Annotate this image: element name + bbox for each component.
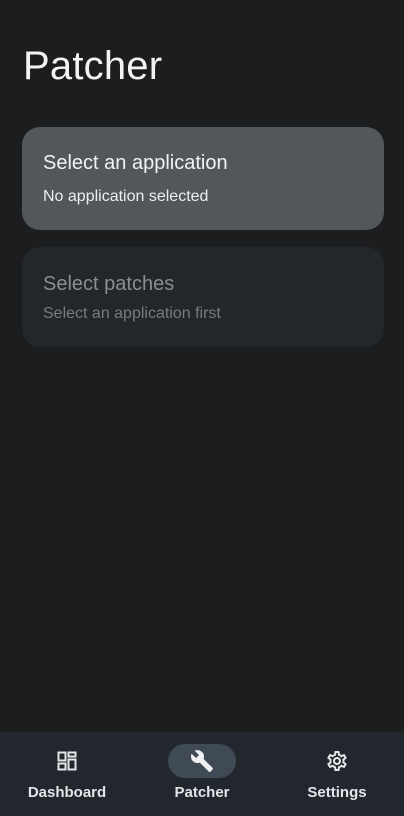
nav-item-settings-label: Settings — [307, 784, 367, 801]
dashboard-icon — [57, 751, 77, 771]
nav-item-settings[interactable]: Settings — [270, 732, 404, 816]
select-application-status: No application selected — [43, 188, 209, 205]
nav-item-dashboard[interactable]: Dashboard — [0, 732, 134, 816]
select-patches-card: Select patches Select an application fir… — [22, 247, 384, 347]
select-patches-title: Select patches — [43, 273, 175, 295]
select-application-card[interactable]: Select an application No application sel… — [22, 127, 384, 230]
nav-item-patcher-label: Patcher — [174, 784, 230, 801]
wrench-icon — [190, 750, 213, 772]
nav-item-patcher[interactable]: Patcher — [135, 732, 269, 816]
select-application-title: Select an application — [43, 152, 228, 174]
patcher-screen: Patcher Select an application No applica… — [0, 0, 404, 816]
page-title: Patcher — [23, 44, 163, 88]
nav-item-dashboard-label: Dashboard — [27, 784, 107, 801]
bottom-navigation-bar: Dashboard Patcher Settings — [0, 732, 404, 816]
nav-item-patcher-indicator — [168, 744, 236, 778]
nav-item-settings-indicator — [303, 744, 371, 778]
nav-item-dashboard-indicator — [33, 744, 101, 778]
gear-icon — [327, 750, 347, 771]
select-patches-status: Select an application first — [43, 305, 221, 322]
